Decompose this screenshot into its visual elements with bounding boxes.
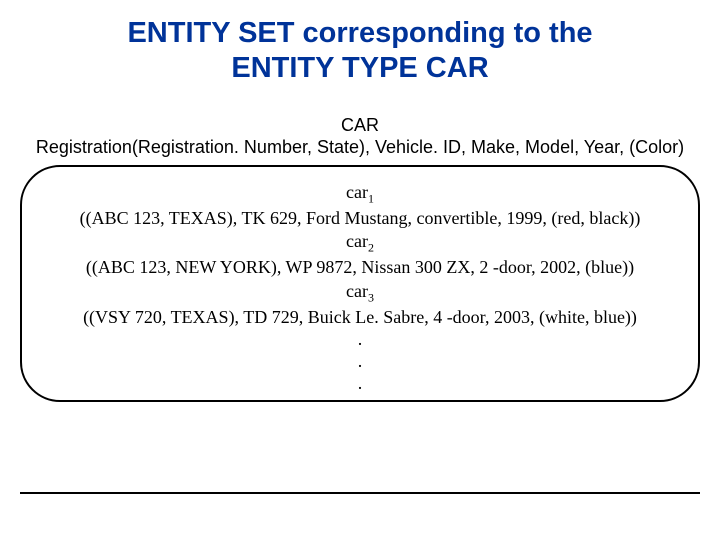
schema-block: CAR Registration(Registration. Number, S… xyxy=(20,114,700,159)
entity-entry: car3 ((VSY 720, TEXAS), TD 729, Buick Le… xyxy=(36,280,684,330)
entity-label-prefix: car xyxy=(346,281,368,301)
entity-tuple: ((ABC 123, NEW YORK), WP 9872, Nissan 30… xyxy=(36,256,684,279)
title-line-2: ENTITY TYPE CAR xyxy=(231,52,488,84)
ellipsis-dot: . xyxy=(36,351,684,373)
entity-set-box: car1 ((ABC 123, TEXAS), TK 629, Ford Mus… xyxy=(20,165,700,403)
entity-label-prefix: car xyxy=(346,182,368,202)
entity-tuple: ((VSY 720, TEXAS), TD 729, Buick Le. Sab… xyxy=(36,306,684,329)
entity-set-box-wrap: car1 ((ABC 123, TEXAS), TK 629, Ford Mus… xyxy=(20,165,700,403)
slide-title: ENTITY SET corresponding to the ENTITY T… xyxy=(20,16,700,86)
entity-label-sub: 1 xyxy=(368,191,374,205)
entity-label: car1 xyxy=(36,181,684,207)
entity-label: car3 xyxy=(36,280,684,306)
entity-tuple: ((ABC 123, TEXAS), TK 629, Ford Mustang,… xyxy=(36,207,684,230)
entity-label-sub: 3 xyxy=(368,290,374,304)
entity-label: car2 xyxy=(36,230,684,256)
entity-label-prefix: car xyxy=(346,231,368,251)
title-line-1: ENTITY SET corresponding to the xyxy=(127,17,592,49)
schema-entity-name: CAR xyxy=(341,115,379,135)
entity-label-sub: 2 xyxy=(368,241,374,255)
ellipsis-dot: . xyxy=(36,329,684,351)
schema-attributes: Registration(Registration. Number, State… xyxy=(36,137,684,157)
entity-entry: car2 ((ABC 123, NEW YORK), WP 9872, Niss… xyxy=(36,230,684,280)
ellipsis-dot: . xyxy=(36,373,684,395)
slide: ENTITY SET corresponding to the ENTITY T… xyxy=(0,0,720,540)
entity-entry: car1 ((ABC 123, TEXAS), TK 629, Ford Mus… xyxy=(36,181,684,231)
footer-divider xyxy=(20,492,700,494)
